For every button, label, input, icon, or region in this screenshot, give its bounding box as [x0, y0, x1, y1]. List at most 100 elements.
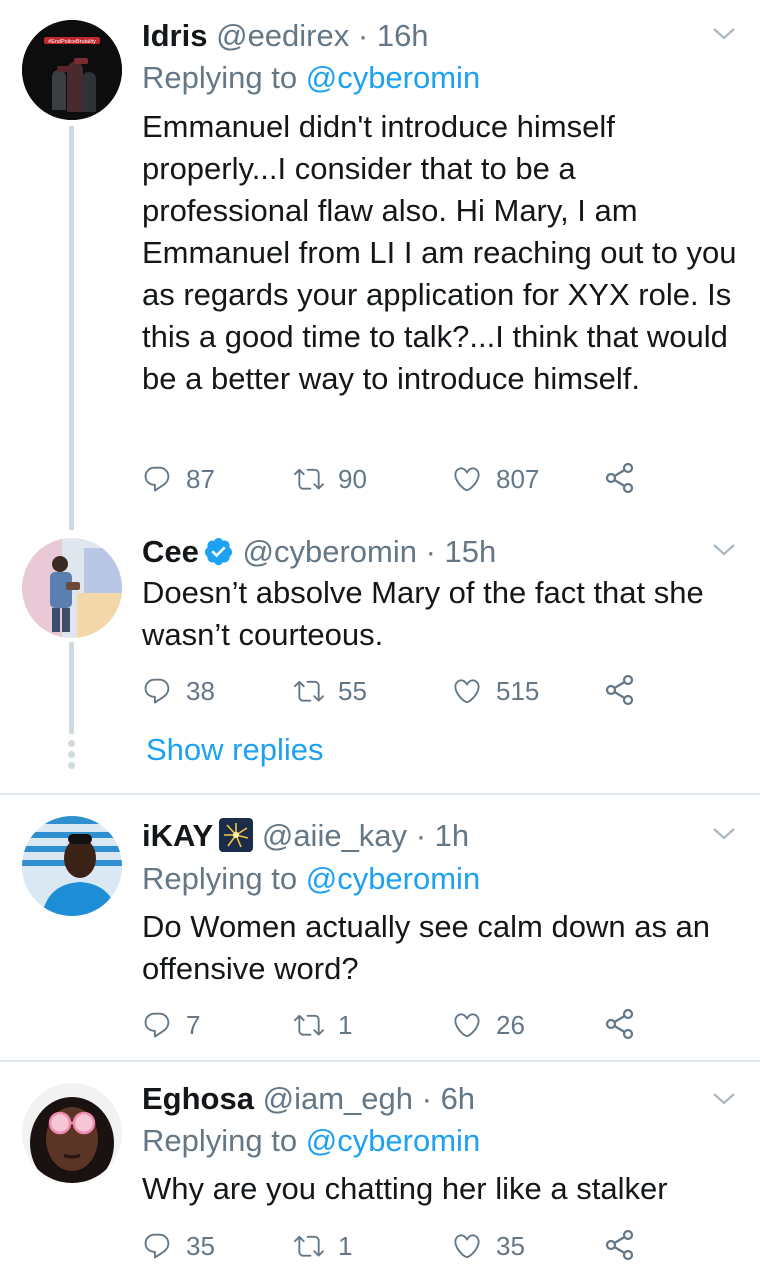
verified-icon — [204, 537, 232, 566]
replying-to-label: Replying to — [142, 861, 298, 896]
reply-button[interactable]: 7 — [142, 1008, 200, 1042]
user-handle[interactable]: @iam_egh — [263, 1081, 413, 1116]
replying-to-mention[interactable]: @cyberomin — [306, 1123, 480, 1158]
tweet-text: Emmanuel didn't introduce himself proper… — [142, 109, 737, 396]
retweet-icon — [294, 1010, 324, 1040]
like-count: 807 — [496, 463, 540, 494]
avatar[interactable] — [22, 816, 122, 916]
display-name[interactable]: Cee — [142, 534, 199, 569]
like-button[interactable]: 26 — [452, 1008, 525, 1042]
tweet[interactable]: Eghosa @iam_egh · 6h Replying to @cybero… — [0, 1063, 760, 1280]
timestamp[interactable]: 6h — [441, 1081, 475, 1116]
chevron-down-icon[interactable] — [712, 26, 736, 42]
retweet-button[interactable]: 1 — [294, 1229, 352, 1263]
like-count: 26 — [496, 1009, 525, 1040]
tweet-header: Cee @cyberomin · 15h — [142, 532, 496, 572]
like-button[interactable]: 807 — [452, 462, 539, 496]
display-name[interactable]: Idris — [142, 18, 207, 53]
user-handle[interactable]: @cyberomin — [243, 534, 417, 569]
share-icon[interactable] — [604, 462, 636, 494]
avatar[interactable]: #EndPoliceBrutality — [22, 20, 122, 120]
reply-count: 38 — [186, 675, 215, 706]
replying-to: Replying to @cyberomin — [142, 58, 480, 98]
retweet-button[interactable]: 55 — [294, 674, 367, 708]
tweet-actions: 7 1 26 — [142, 1008, 662, 1042]
thread-line — [69, 642, 74, 734]
reply-button[interactable]: 35 — [142, 1229, 215, 1263]
retweet-count: 1 — [338, 1230, 353, 1261]
avatar[interactable] — [22, 538, 122, 638]
like-count: 515 — [496, 675, 540, 706]
chevron-down-icon[interactable] — [712, 1091, 736, 1107]
like-icon — [452, 464, 482, 494]
tweet-header: iKAY @aiie_kay · 1h — [142, 816, 469, 856]
replying-to-label: Replying to — [142, 60, 298, 95]
reply-icon — [142, 1010, 172, 1040]
display-name[interactable]: iKAY — [142, 818, 213, 853]
separator: · — [421, 1081, 432, 1116]
replying-to-mention[interactable]: @cyberomin — [306, 861, 480, 896]
display-name[interactable]: Eghosa — [142, 1081, 254, 1116]
sparkler-emoji-icon — [219, 818, 254, 852]
tweet-actions: 35 1 35 — [142, 1229, 662, 1263]
reply-icon — [142, 464, 172, 494]
retweet-icon — [294, 1231, 324, 1261]
separator: · — [415, 818, 427, 853]
like-icon — [452, 676, 482, 706]
retweet-count: 90 — [338, 463, 367, 494]
replying-to: Replying to @cyberomin — [142, 859, 480, 899]
retweet-icon — [294, 676, 324, 706]
reply-count: 35 — [186, 1230, 215, 1261]
like-icon — [452, 1010, 482, 1040]
share-icon[interactable] — [604, 1008, 636, 1040]
retweet-button[interactable]: 90 — [294, 462, 367, 496]
replying-to-label: Replying to — [142, 1123, 298, 1158]
reply-icon — [142, 1231, 172, 1261]
tweet[interactable]: #EndPoliceBrutality Idris @eedirex · 16h… — [0, 0, 760, 530]
retweet-count: 55 — [338, 675, 367, 706]
like-button[interactable]: 515 — [452, 674, 539, 708]
tweet-header: Eghosa @iam_egh · 6h — [142, 1079, 475, 1119]
separator: · — [425, 534, 436, 569]
show-replies-link[interactable]: Show replies — [146, 730, 323, 770]
reply-count: 87 — [186, 463, 215, 494]
tweet-text: Doesn’t absolve Mary of the fact that sh… — [142, 575, 704, 652]
tweet-actions: 38 55 515 — [142, 674, 662, 708]
user-handle[interactable]: @eedirex — [216, 18, 349, 53]
reply-icon — [142, 676, 172, 706]
timestamp[interactable]: 16h — [377, 18, 429, 53]
timestamp[interactable]: 1h — [435, 818, 469, 853]
separator: · — [357, 18, 369, 53]
ikay-avatar-image — [22, 816, 122, 916]
share-icon[interactable] — [604, 674, 636, 706]
reply-button[interactable]: 87 — [142, 462, 215, 496]
chevron-down-icon[interactable] — [712, 826, 736, 842]
like-button[interactable]: 35 — [452, 1229, 525, 1263]
retweet-icon — [294, 464, 324, 494]
reply-button[interactable]: 38 — [142, 674, 215, 708]
end-police-brutality-avatar-image: #EndPoliceBrutality — [22, 20, 122, 120]
chevron-down-icon[interactable] — [712, 542, 736, 558]
cee-avatar-image — [22, 538, 122, 638]
divider — [0, 1060, 760, 1062]
replying-to-mention[interactable]: @cyberomin — [306, 60, 480, 95]
replying-to: Replying to @cyberomin — [142, 1121, 480, 1161]
timestamp[interactable]: 15h — [445, 534, 497, 569]
divider — [0, 793, 760, 795]
tweet-text: Do Women actually see calm down as an of… — [142, 909, 711, 986]
tweet-text: Why are you chatting her like a stalker — [142, 1171, 668, 1206]
retweet-button[interactable]: 1 — [294, 1008, 352, 1042]
user-handle[interactable]: @aiie_kay — [262, 818, 407, 853]
tweet[interactable]: iKAY @aiie_kay · 1h Replying to @cyberom… — [0, 796, 760, 1060]
reply-count: 7 — [186, 1009, 201, 1040]
like-icon — [452, 1231, 482, 1261]
eghosa-avatar-image — [22, 1083, 122, 1183]
thread-line — [69, 126, 74, 530]
avatar[interactable] — [22, 1083, 122, 1183]
avatar-banner-text: #EndPoliceBrutality — [48, 39, 96, 45]
tweet[interactable]: Cee @cyberomin · 15h Doesn’t absolve Mar… — [0, 530, 760, 792]
retweet-count: 1 — [338, 1009, 353, 1040]
tweet-actions: 87 90 807 — [142, 462, 662, 496]
share-icon[interactable] — [604, 1229, 636, 1261]
like-count: 35 — [496, 1230, 525, 1261]
